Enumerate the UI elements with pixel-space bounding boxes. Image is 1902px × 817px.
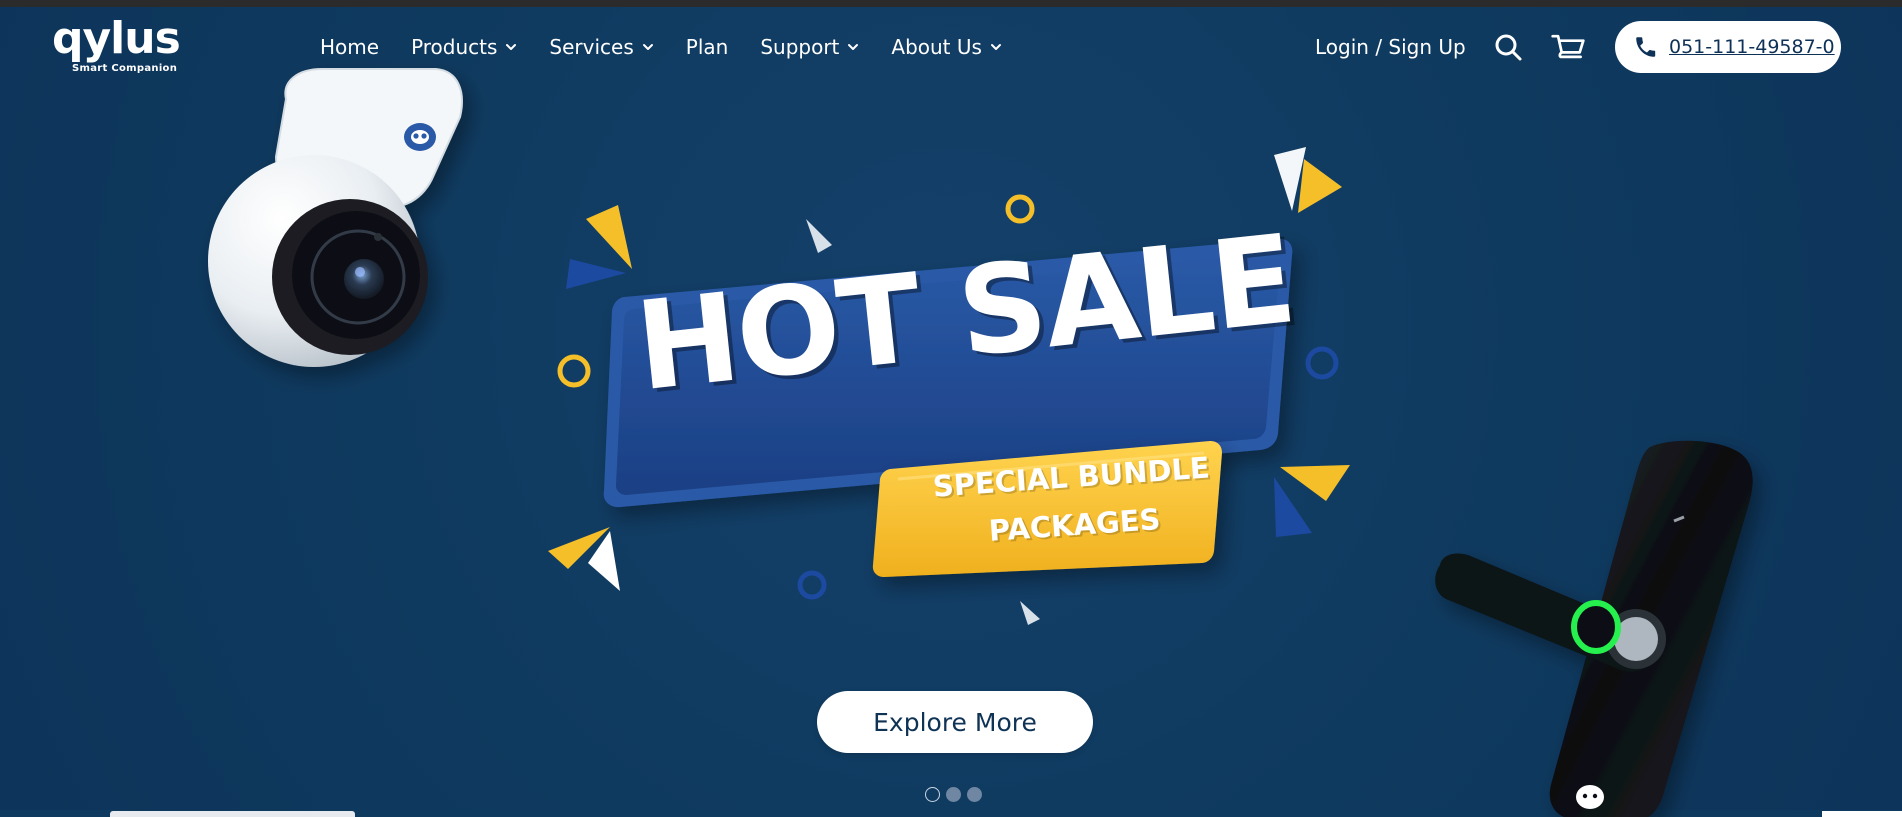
- explore-more-button[interactable]: Explore More: [817, 691, 1093, 753]
- bottom-right-panel-edge: [1822, 811, 1902, 817]
- main-nav: Home Products Services Plan Support Abou…: [320, 35, 1034, 59]
- nav-item-label: Services: [549, 35, 634, 59]
- top-strip: [0, 0, 1902, 7]
- logo-wordmark: qylus: [52, 13, 181, 64]
- header-actions: Login / Sign Up: [1315, 29, 1586, 65]
- nav-item-label: Home: [320, 35, 380, 59]
- smart-lock-image: [1435, 440, 1753, 817]
- cart-button[interactable]: [1550, 29, 1586, 65]
- phone-icon: [1636, 37, 1656, 57]
- phone-number: 051-111-49587-0: [1669, 36, 1835, 58]
- search-icon: [1495, 34, 1522, 61]
- chevron-down-icon: [642, 44, 653, 50]
- site-header: qylus Smart Companion Home Products Serv…: [0, 7, 1902, 87]
- nav-item-home[interactable]: Home: [320, 35, 379, 59]
- carousel-dot-1[interactable]: [925, 787, 940, 802]
- nav-item-label: Support: [760, 35, 840, 59]
- nav-item-support[interactable]: Support: [760, 35, 859, 59]
- phone-button[interactable]: 051-111-49587-0: [1615, 21, 1841, 73]
- camera-image: [208, 68, 463, 367]
- logo-tagline: Smart Companion: [72, 63, 178, 74]
- carousel-dots: [925, 787, 982, 802]
- nav-item-services[interactable]: Services: [549, 35, 653, 59]
- chevron-down-icon: [990, 44, 1001, 50]
- bottom-left-panel-edge: [110, 811, 355, 817]
- nav-item-label: About Us: [891, 35, 982, 59]
- nav-item-about[interactable]: About Us: [891, 35, 1002, 59]
- nav-item-label: Plan: [685, 35, 729, 59]
- chevron-down-icon: [506, 44, 517, 50]
- login-signup-link[interactable]: Login / Sign Up: [1315, 35, 1466, 59]
- search-button[interactable]: [1490, 29, 1526, 65]
- nav-item-products[interactable]: Products: [411, 35, 517, 59]
- brand-logo[interactable]: qylus Smart Companion: [52, 13, 192, 77]
- nav-item-label: Products: [411, 35, 498, 59]
- chevron-down-icon: [848, 44, 859, 50]
- nav-item-plan[interactable]: Plan: [686, 35, 729, 59]
- carousel-dot-2[interactable]: [946, 787, 961, 802]
- cart-icon: [1551, 34, 1585, 59]
- hero-section: HOT SALE SPECIAL BUNDLE PACKAGES Explore…: [0, 7, 1902, 817]
- carousel-dot-3[interactable]: [967, 787, 982, 802]
